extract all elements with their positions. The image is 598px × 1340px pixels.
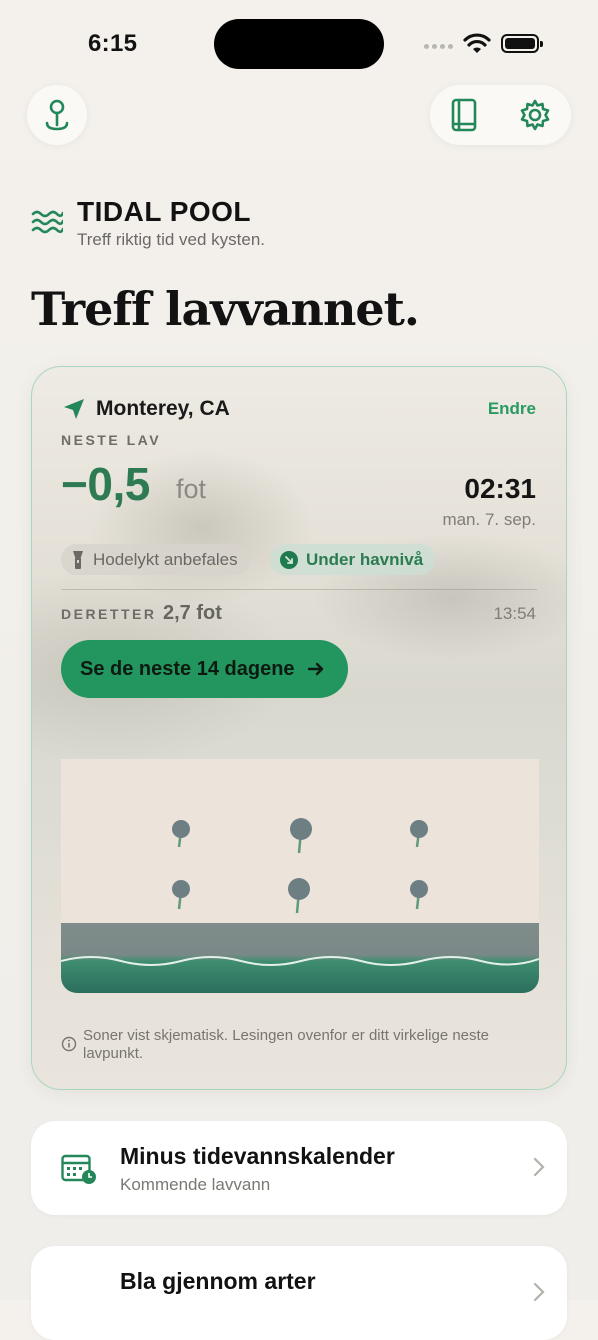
species-icon [61,1278,91,1310]
schematic-note: Soner vist skjematisk. Lesingen ovenfor … [83,1027,490,1062]
species-marker [172,880,190,910]
chevron-right-icon [533,1157,545,1177]
then-time: 13:54 [493,604,536,623]
flashlight-icon [73,550,83,569]
species-marker [290,818,312,854]
navigation-arrow-icon [64,399,84,419]
next-14-days-button[interactable]: Se de neste 14 dagene [61,640,348,698]
gear-icon[interactable] [518,98,552,132]
location-pin-icon [45,99,69,131]
species-marker [410,820,428,848]
low-height-unit: fot [176,474,207,504]
top-actions [430,85,571,145]
edit-location-button[interactable]: Endre [488,399,536,419]
species-marker [410,880,428,910]
headlamp-badge: Hodelykt anbefales [61,544,250,575]
low-date: man. 7. sep. [442,510,536,529]
species-marker [172,820,190,848]
then-label: DERETTER [61,606,157,622]
water-layer [61,923,539,993]
below-sea-level-text: Under havnivå [306,549,424,569]
cta-label: Se de neste 14 dagene [80,657,295,680]
app-brand: TIDAL POOL [77,196,252,227]
next-low-label: NESTE LAV [61,432,162,448]
row-title: Bla gjennom arter [120,1268,316,1294]
wave-line [61,956,539,966]
then-value: 2,7 fot [163,602,222,624]
chevron-right-icon [533,1282,545,1302]
zone-diagram [61,759,539,993]
waves-icon [31,210,63,234]
low-height-value: −0,5 [61,458,150,510]
row-title: Minus tidevannskalender [120,1143,395,1169]
app-tagline: Treff riktig tid ved kysten. [77,230,266,249]
book-icon[interactable] [449,98,479,132]
battery-icon [501,34,543,53]
low-time: 02:31 [464,473,536,504]
arrow-down-right-icon [280,550,298,569]
browse-species-row[interactable]: Bla gjennom arter [31,1246,567,1340]
location-button[interactable] [27,85,87,145]
next-low-card: Monterey, CA Endre NESTE LAV −0,5 fot 02… [31,366,567,1090]
status-time: 6:15 [88,30,138,57]
page-title: Treff lavvannet. [31,282,420,336]
row-subtitle: Kommende lavvann [120,1175,271,1194]
minus-tide-calendar-row[interactable]: Minus tidevannskalender Kommende lavvann [31,1121,567,1215]
below-sea-level-badge: Under havnivå [270,544,436,575]
cellular-signal-icon [424,44,453,49]
location-name: Monterey, CA [96,397,230,420]
divider [61,589,537,590]
arrow-right-icon [307,662,323,676]
species-marker [288,878,310,914]
calendar-icon [61,1154,96,1184]
wifi-icon [463,33,491,53]
headlamp-text: Hodelykt anbefales [93,549,238,569]
dynamic-island [214,19,384,69]
